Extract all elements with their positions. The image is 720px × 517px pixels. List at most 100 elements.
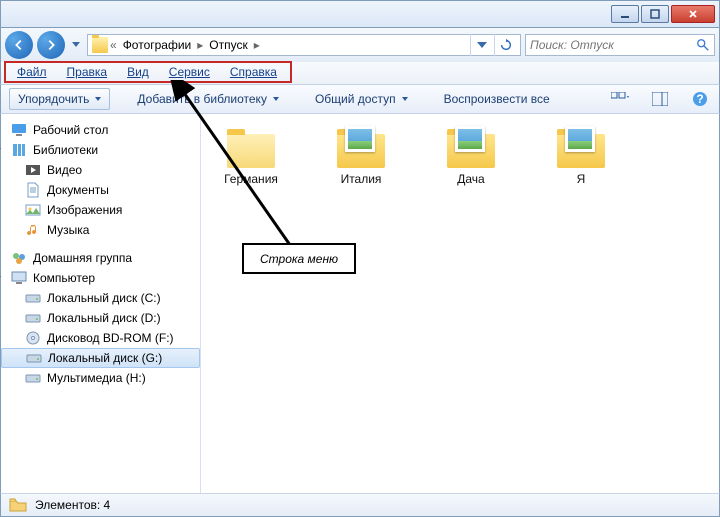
chevron-down-icon (95, 97, 101, 101)
folder-icon (227, 128, 275, 168)
sidebar-label: Мультимедиа (H:) (47, 371, 146, 385)
drive-icon (25, 370, 41, 386)
folder-item[interactable]: Я (541, 128, 621, 186)
sidebar-label: Изображения (47, 203, 122, 217)
sidebar-item-desktop[interactable]: Рабочий стол (1, 120, 200, 140)
menu-view[interactable]: Вид (117, 62, 159, 84)
menu-bar: Файл Правка Вид Сервис Справка (0, 62, 720, 84)
share-button[interactable]: Общий доступ (306, 88, 417, 110)
sidebar-item-libraries[interactable]: Библиотеки (1, 140, 200, 160)
folder-label: Я (577, 172, 586, 186)
folder-label: Италия (341, 172, 382, 186)
menu-file[interactable]: Файл (7, 62, 57, 84)
sidebar-item-images[interactable]: Изображения (1, 200, 200, 220)
body-area: Рабочий стол Библиотеки Видео Документы … (0, 114, 720, 493)
maximize-button[interactable] (641, 5, 669, 23)
sidebar-item-music[interactable]: Музыка (1, 220, 200, 240)
folder-item[interactable]: Дача (431, 128, 511, 186)
command-bar: Упорядочить Добавить в библиотеку Общий … (0, 84, 720, 114)
homegroup-icon (11, 250, 27, 266)
add-to-library-button[interactable]: Добавить в библиотеку (128, 88, 288, 110)
status-text: Элементов: 4 (35, 498, 110, 512)
add-to-library-label: Добавить в библиотеку (137, 92, 267, 106)
annotation-label: Строка меню (242, 243, 356, 274)
organize-label: Упорядочить (18, 92, 89, 106)
search-box[interactable] (525, 34, 715, 56)
sidebar-label: Документы (47, 183, 109, 197)
sidebar-label: Локальный диск (G:) (48, 351, 162, 365)
sidebar-label: Дисковод BD-ROM (F:) (47, 331, 174, 345)
sidebar-item-drive-d[interactable]: Локальный диск (D:) (1, 308, 200, 328)
menu-tools[interactable]: Сервис (159, 62, 220, 84)
search-input[interactable] (530, 38, 696, 52)
sidebar-label: Рабочий стол (33, 123, 108, 137)
sidebar-item-drive-c[interactable]: Локальный диск (C:) (1, 288, 200, 308)
chevron-right-icon[interactable]: ▸ (254, 38, 260, 52)
sidebar-item-documents[interactable]: Документы (1, 180, 200, 200)
play-all-label: Воспроизвести все (444, 92, 550, 106)
folder-icon (337, 128, 385, 168)
share-label: Общий доступ (315, 92, 396, 106)
folder-icon (447, 128, 495, 168)
window-controls (611, 5, 715, 23)
bdrom-icon (25, 330, 41, 346)
preview-pane-button[interactable] (649, 88, 671, 110)
folder-label: Германия (224, 172, 278, 186)
sidebar-label: Локальный диск (D:) (47, 311, 161, 325)
forward-button[interactable] (37, 31, 65, 59)
history-dropdown[interactable] (69, 31, 83, 59)
navigation-bar: « Фотографии ▸ Отпуск ▸ (0, 28, 720, 62)
organize-button[interactable]: Упорядочить (9, 88, 110, 110)
sidebar-label: Библиотеки (33, 143, 98, 157)
menu-help[interactable]: Справка (220, 62, 287, 84)
libraries-icon (11, 142, 27, 158)
status-bar: Элементов: 4 (0, 493, 720, 517)
sidebar-label: Музыка (47, 223, 89, 237)
chevron-right-icon[interactable]: ▸ (197, 38, 203, 52)
computer-icon (11, 270, 27, 286)
folder-icon (9, 497, 27, 513)
view-options-button[interactable] (609, 88, 631, 110)
content-pane[interactable]: Германия Италия Дача Я (201, 114, 719, 493)
breadcrumb-segment[interactable]: Фотографии (119, 36, 196, 54)
sidebar-label: Видео (47, 163, 82, 177)
sidebar-item-video[interactable]: Видео (1, 160, 200, 180)
titlebar (0, 0, 720, 28)
minimize-button[interactable] (611, 5, 639, 23)
drive-icon (26, 350, 42, 366)
sidebar-label: Локальный диск (C:) (47, 291, 161, 305)
play-all-button[interactable]: Воспроизвести все (435, 88, 559, 110)
breadcrumb-segment[interactable]: Отпуск (205, 36, 251, 54)
sidebar-item-homegroup[interactable]: Домашняя группа (1, 248, 200, 268)
sidebar-label: Компьютер (33, 271, 95, 285)
annotation-text: Строка меню (260, 252, 338, 266)
breadcrumb[interactable]: « Фотографии ▸ Отпуск ▸ (87, 34, 521, 56)
svg-text:?: ? (696, 92, 703, 106)
search-icon (696, 38, 710, 52)
help-button[interactable]: ? (689, 88, 711, 110)
folder-label: Дача (457, 172, 484, 186)
music-icon (25, 222, 41, 238)
drive-icon (25, 310, 41, 326)
sidebar-item-computer[interactable]: Компьютер (1, 268, 200, 288)
folder-item[interactable]: Италия (321, 128, 401, 186)
chevron-down-icon (402, 97, 408, 101)
video-icon (25, 162, 41, 178)
documents-icon (25, 182, 41, 198)
breadcrumb-separator: « (110, 38, 117, 52)
back-button[interactable] (5, 31, 33, 59)
folder-icon (557, 128, 605, 168)
sidebar-item-drive-h[interactable]: Мультимедиа (H:) (1, 368, 200, 388)
images-icon (25, 202, 41, 218)
desktop-icon (11, 122, 27, 138)
close-button[interactable] (671, 5, 715, 23)
drive-icon (25, 290, 41, 306)
dropdown-button[interactable] (470, 34, 492, 56)
sidebar-item-drive-g[interactable]: Локальный диск (G:) (1, 348, 200, 368)
refresh-button[interactable] (494, 34, 516, 56)
folder-item[interactable]: Германия (211, 128, 291, 186)
chevron-down-icon (273, 97, 279, 101)
sidebar-item-drive-f[interactable]: Дисковод BD-ROM (F:) (1, 328, 200, 348)
menu-edit[interactable]: Правка (57, 62, 118, 84)
navigation-pane: Рабочий стол Библиотеки Видео Документы … (1, 114, 201, 493)
